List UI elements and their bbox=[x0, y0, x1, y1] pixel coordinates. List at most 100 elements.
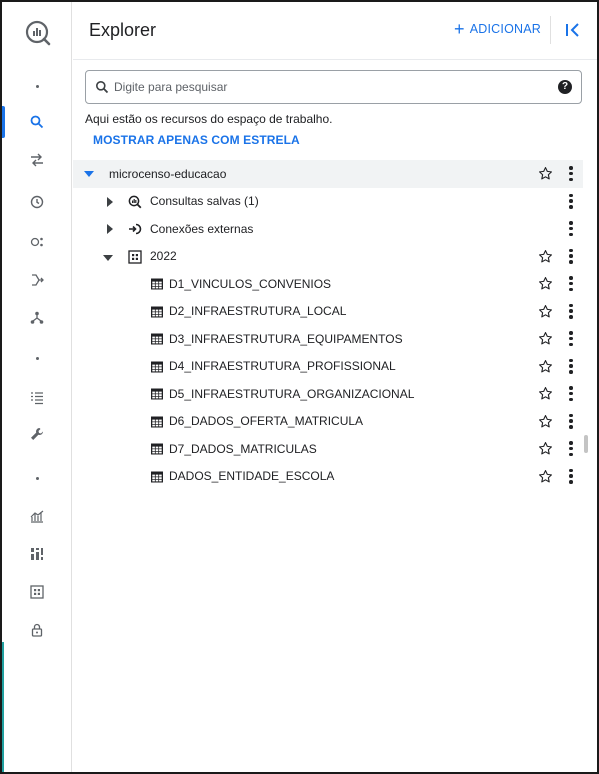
search-icon bbox=[96, 81, 109, 94]
table-row[interactable]: DADOS_ENTIDADE_ESCOLA bbox=[73, 463, 583, 491]
rail-chart-button[interactable] bbox=[2, 498, 72, 534]
table-icon bbox=[151, 306, 163, 317]
table-icon bbox=[151, 361, 163, 372]
rail-search-button[interactable] bbox=[2, 104, 72, 140]
table-label: DADOS_ENTIDADE_ESCOLA bbox=[169, 469, 335, 484]
plus-icon: + bbox=[454, 19, 465, 39]
more-options-icon[interactable] bbox=[569, 386, 573, 401]
table-row[interactable]: D6_DADOS_OFERTA_MATRICULA bbox=[73, 408, 583, 436]
table-label: D4_INFRAESTRUTURA_PROFISSIONAL bbox=[169, 359, 396, 374]
collapse-panel-icon[interactable] bbox=[563, 20, 583, 40]
table-icon bbox=[151, 333, 163, 345]
explorer-header: Explorer + ADICIONAR bbox=[73, 2, 597, 60]
help-icon[interactable]: ? bbox=[558, 80, 572, 94]
search-input[interactable] bbox=[114, 77, 544, 97]
table-label: D6_DADOS_OFERTA_MATRICULA bbox=[169, 414, 364, 429]
star-icon[interactable] bbox=[538, 249, 553, 264]
more-options-icon[interactable] bbox=[569, 221, 573, 236]
rail-list-button[interactable] bbox=[2, 380, 72, 416]
caret-down-icon[interactable] bbox=[84, 169, 94, 179]
list-icon bbox=[31, 392, 43, 405]
dataset-label: 2022 bbox=[150, 249, 177, 264]
more-options-icon[interactable] bbox=[569, 413, 573, 429]
rail-history-button[interactable] bbox=[2, 184, 72, 220]
table-label: D3_INFRAESTRUTURA_EQUIPAMENTOS bbox=[169, 331, 403, 346]
more-options-icon[interactable] bbox=[569, 303, 573, 319]
table-label: D5_INFRAESTRUTURA_ORGANIZACIONAL bbox=[169, 386, 415, 401]
table-row[interactable]: D5_INFRAESTRUTURA_ORGANIZACIONAL bbox=[73, 380, 583, 408]
clock-icon bbox=[30, 195, 44, 209]
table-list: D1_VINCULOS_CONVENIOS D2_INFRAESTRUTURA_… bbox=[73, 270, 583, 490]
more-options-icon[interactable] bbox=[569, 441, 573, 456]
page-title: Explorer bbox=[89, 20, 157, 40]
more-options-icon[interactable] bbox=[569, 248, 573, 264]
rail-analytics-hub-button[interactable] bbox=[2, 224, 72, 260]
table-icon bbox=[151, 416, 163, 427]
more-options-icon[interactable] bbox=[569, 331, 573, 346]
rail-security-button[interactable] bbox=[2, 612, 72, 648]
rail-dot-1 bbox=[2, 68, 72, 104]
more-options-icon[interactable] bbox=[569, 166, 573, 181]
add-button[interactable]: + ADICIONAR bbox=[454, 19, 541, 39]
resource-tree: microcenso-educacao Consultas salvas (1)… bbox=[73, 160, 583, 490]
table-row[interactable]: D3_INFRAESTRUTURA_EQUIPAMENTOS bbox=[73, 325, 583, 353]
star-icon[interactable] bbox=[538, 359, 553, 374]
tree-row-external-connections[interactable]: Conexões externas bbox=[73, 215, 583, 243]
rail-tables-button[interactable] bbox=[2, 574, 72, 610]
pipeline-icon bbox=[32, 274, 44, 286]
table-label: D1_VINCULOS_CONVENIOS bbox=[169, 276, 332, 291]
dataset-grid-icon bbox=[30, 585, 44, 599]
rail-dashboard-button[interactable] bbox=[2, 536, 72, 572]
star-icon[interactable] bbox=[538, 166, 553, 181]
star-icon[interactable] bbox=[538, 331, 553, 346]
table-row[interactable]: D2_INFRAESTRUTURA_LOCAL bbox=[73, 298, 583, 326]
star-icon[interactable] bbox=[538, 386, 553, 401]
star-icon[interactable] bbox=[538, 276, 553, 291]
scrollbar-thumb[interactable] bbox=[584, 435, 588, 453]
caret-right-icon[interactable] bbox=[105, 224, 115, 234]
saved-query-icon bbox=[128, 195, 142, 208]
left-nav-rail bbox=[2, 2, 72, 772]
search-icon bbox=[30, 115, 44, 129]
more-options-icon[interactable] bbox=[569, 193, 573, 209]
tree-row-saved-queries[interactable]: Consultas salvas (1) bbox=[73, 188, 583, 216]
star-icon[interactable] bbox=[538, 441, 553, 456]
external-connection-icon bbox=[129, 223, 142, 235]
table-row[interactable]: D4_INFRAESTRUTURA_PROFISSIONAL bbox=[73, 353, 583, 381]
rail-dag-button[interactable] bbox=[2, 300, 72, 336]
star-icon[interactable] bbox=[538, 414, 553, 429]
dataset-icon bbox=[128, 249, 142, 264]
table-icon bbox=[151, 443, 163, 455]
add-button-label: ADICIONAR bbox=[469, 22, 541, 36]
rail-dataflow-button[interactable] bbox=[2, 262, 72, 298]
tree-row-dataset[interactable]: 2022 bbox=[73, 243, 583, 271]
workspace-info-text: Aqui estão os recursos do espaço de trab… bbox=[85, 112, 333, 126]
more-options-icon[interactable] bbox=[569, 468, 573, 484]
bigquery-logo-icon[interactable] bbox=[25, 20, 51, 46]
star-icon[interactable] bbox=[538, 469, 553, 484]
caret-right-icon[interactable] bbox=[105, 196, 115, 207]
project-label: microcenso-educacao bbox=[109, 166, 227, 181]
table-label: D7_DADOS_MATRICULAS bbox=[169, 441, 317, 456]
wrench-icon bbox=[31, 428, 43, 440]
rail-tools-button[interactable] bbox=[2, 416, 72, 452]
more-options-icon[interactable] bbox=[569, 358, 573, 374]
table-row[interactable]: D1_VINCULOS_CONVENIOS bbox=[73, 270, 583, 298]
lock-icon bbox=[31, 623, 43, 637]
header-divider bbox=[550, 16, 551, 44]
more-options-icon[interactable] bbox=[569, 276, 573, 291]
external-connections-label: Conexões externas bbox=[150, 221, 254, 236]
rail-dot-2 bbox=[2, 340, 72, 376]
show-starred-only-link[interactable]: MOSTRAR APENAS COM ESTRELA bbox=[93, 133, 300, 147]
star-icon[interactable] bbox=[538, 304, 553, 319]
left-edge-accent bbox=[2, 642, 4, 772]
rail-transfers-button[interactable] bbox=[2, 142, 72, 178]
dashboard-icon bbox=[31, 548, 43, 560]
dag-icon bbox=[30, 311, 44, 324]
table-row[interactable]: D7_DADOS_MATRICULAS bbox=[73, 435, 583, 463]
caret-down-icon[interactable] bbox=[103, 253, 113, 263]
table-icon bbox=[151, 278, 163, 290]
tree-row-project[interactable]: microcenso-educacao bbox=[73, 160, 583, 188]
table-icon bbox=[151, 471, 163, 482]
transfer-arrows-icon bbox=[31, 153, 43, 167]
